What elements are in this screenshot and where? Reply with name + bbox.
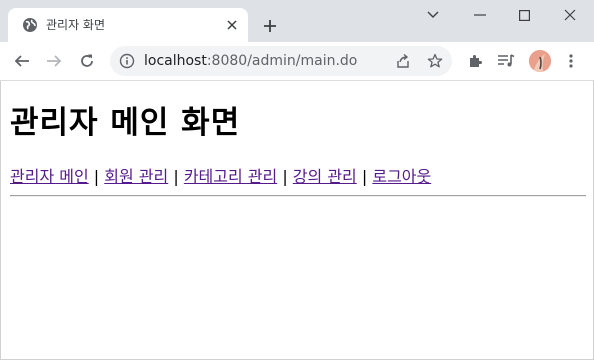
info-icon[interactable] bbox=[118, 52, 136, 70]
browser-toolbar: localhost:8080/admin/main.do bbox=[0, 42, 594, 81]
close-icon[interactable] bbox=[560, 5, 580, 25]
url-text[interactable]: localhost:8080/admin/main.do bbox=[144, 53, 357, 69]
extensions-icon[interactable] bbox=[465, 51, 485, 71]
nav-separator: | bbox=[93, 167, 100, 186]
plus-icon[interactable] bbox=[258, 14, 282, 38]
media-queue-icon[interactable] bbox=[496, 51, 516, 71]
star-icon[interactable] bbox=[426, 52, 444, 70]
horizontal-rule bbox=[10, 195, 586, 197]
nav-separator: | bbox=[173, 167, 179, 186]
more-menu-icon[interactable] bbox=[561, 51, 581, 71]
close-tab-icon[interactable] bbox=[224, 17, 240, 33]
page-title: 관리자 메인 화면 bbox=[10, 105, 241, 141]
nav-link-course-management[interactable]: 강의 관리 bbox=[293, 167, 357, 186]
maximize-icon[interactable] bbox=[514, 5, 534, 25]
minimize-icon[interactable] bbox=[470, 5, 490, 25]
browser-titlebar: 관리자 화면 bbox=[0, 0, 594, 42]
nav-link-admin-main[interactable]: 관리자 메인 bbox=[10, 167, 89, 186]
profile-avatar[interactable] bbox=[529, 50, 551, 72]
nav-link-logout[interactable]: 로그아웃 bbox=[372, 167, 431, 186]
admin-nav: 관리자 메인 | 회원 관리 | 카테고리 관리 | 강의 관리 | 로그아웃 bbox=[10, 167, 431, 187]
forward-icon[interactable] bbox=[44, 51, 64, 71]
share-icon[interactable] bbox=[394, 52, 412, 70]
back-icon[interactable] bbox=[12, 51, 32, 71]
chevron-down-icon[interactable] bbox=[423, 5, 443, 25]
url-path: :8080/admin/main.do bbox=[206, 53, 358, 69]
tab-title: 관리자 화면 bbox=[46, 18, 106, 32]
page-content: 관리자 메인 화면 관리자 메인 | 회원 관리 | 카테고리 관리 | 강의 … bbox=[0, 81, 594, 360]
reload-icon[interactable] bbox=[77, 51, 97, 71]
nav-link-member-management[interactable]: 회원 관리 bbox=[104, 167, 168, 186]
globe-icon bbox=[22, 17, 38, 33]
nav-separator: | bbox=[282, 167, 288, 186]
url-host: localhost bbox=[144, 53, 207, 69]
browser-tab[interactable]: 관리자 화면 bbox=[8, 8, 248, 42]
nav-separator: | bbox=[361, 167, 368, 186]
nav-link-category-management[interactable]: 카테고리 관리 bbox=[184, 167, 277, 186]
address-bar[interactable]: localhost:8080/admin/main.do bbox=[110, 46, 452, 76]
